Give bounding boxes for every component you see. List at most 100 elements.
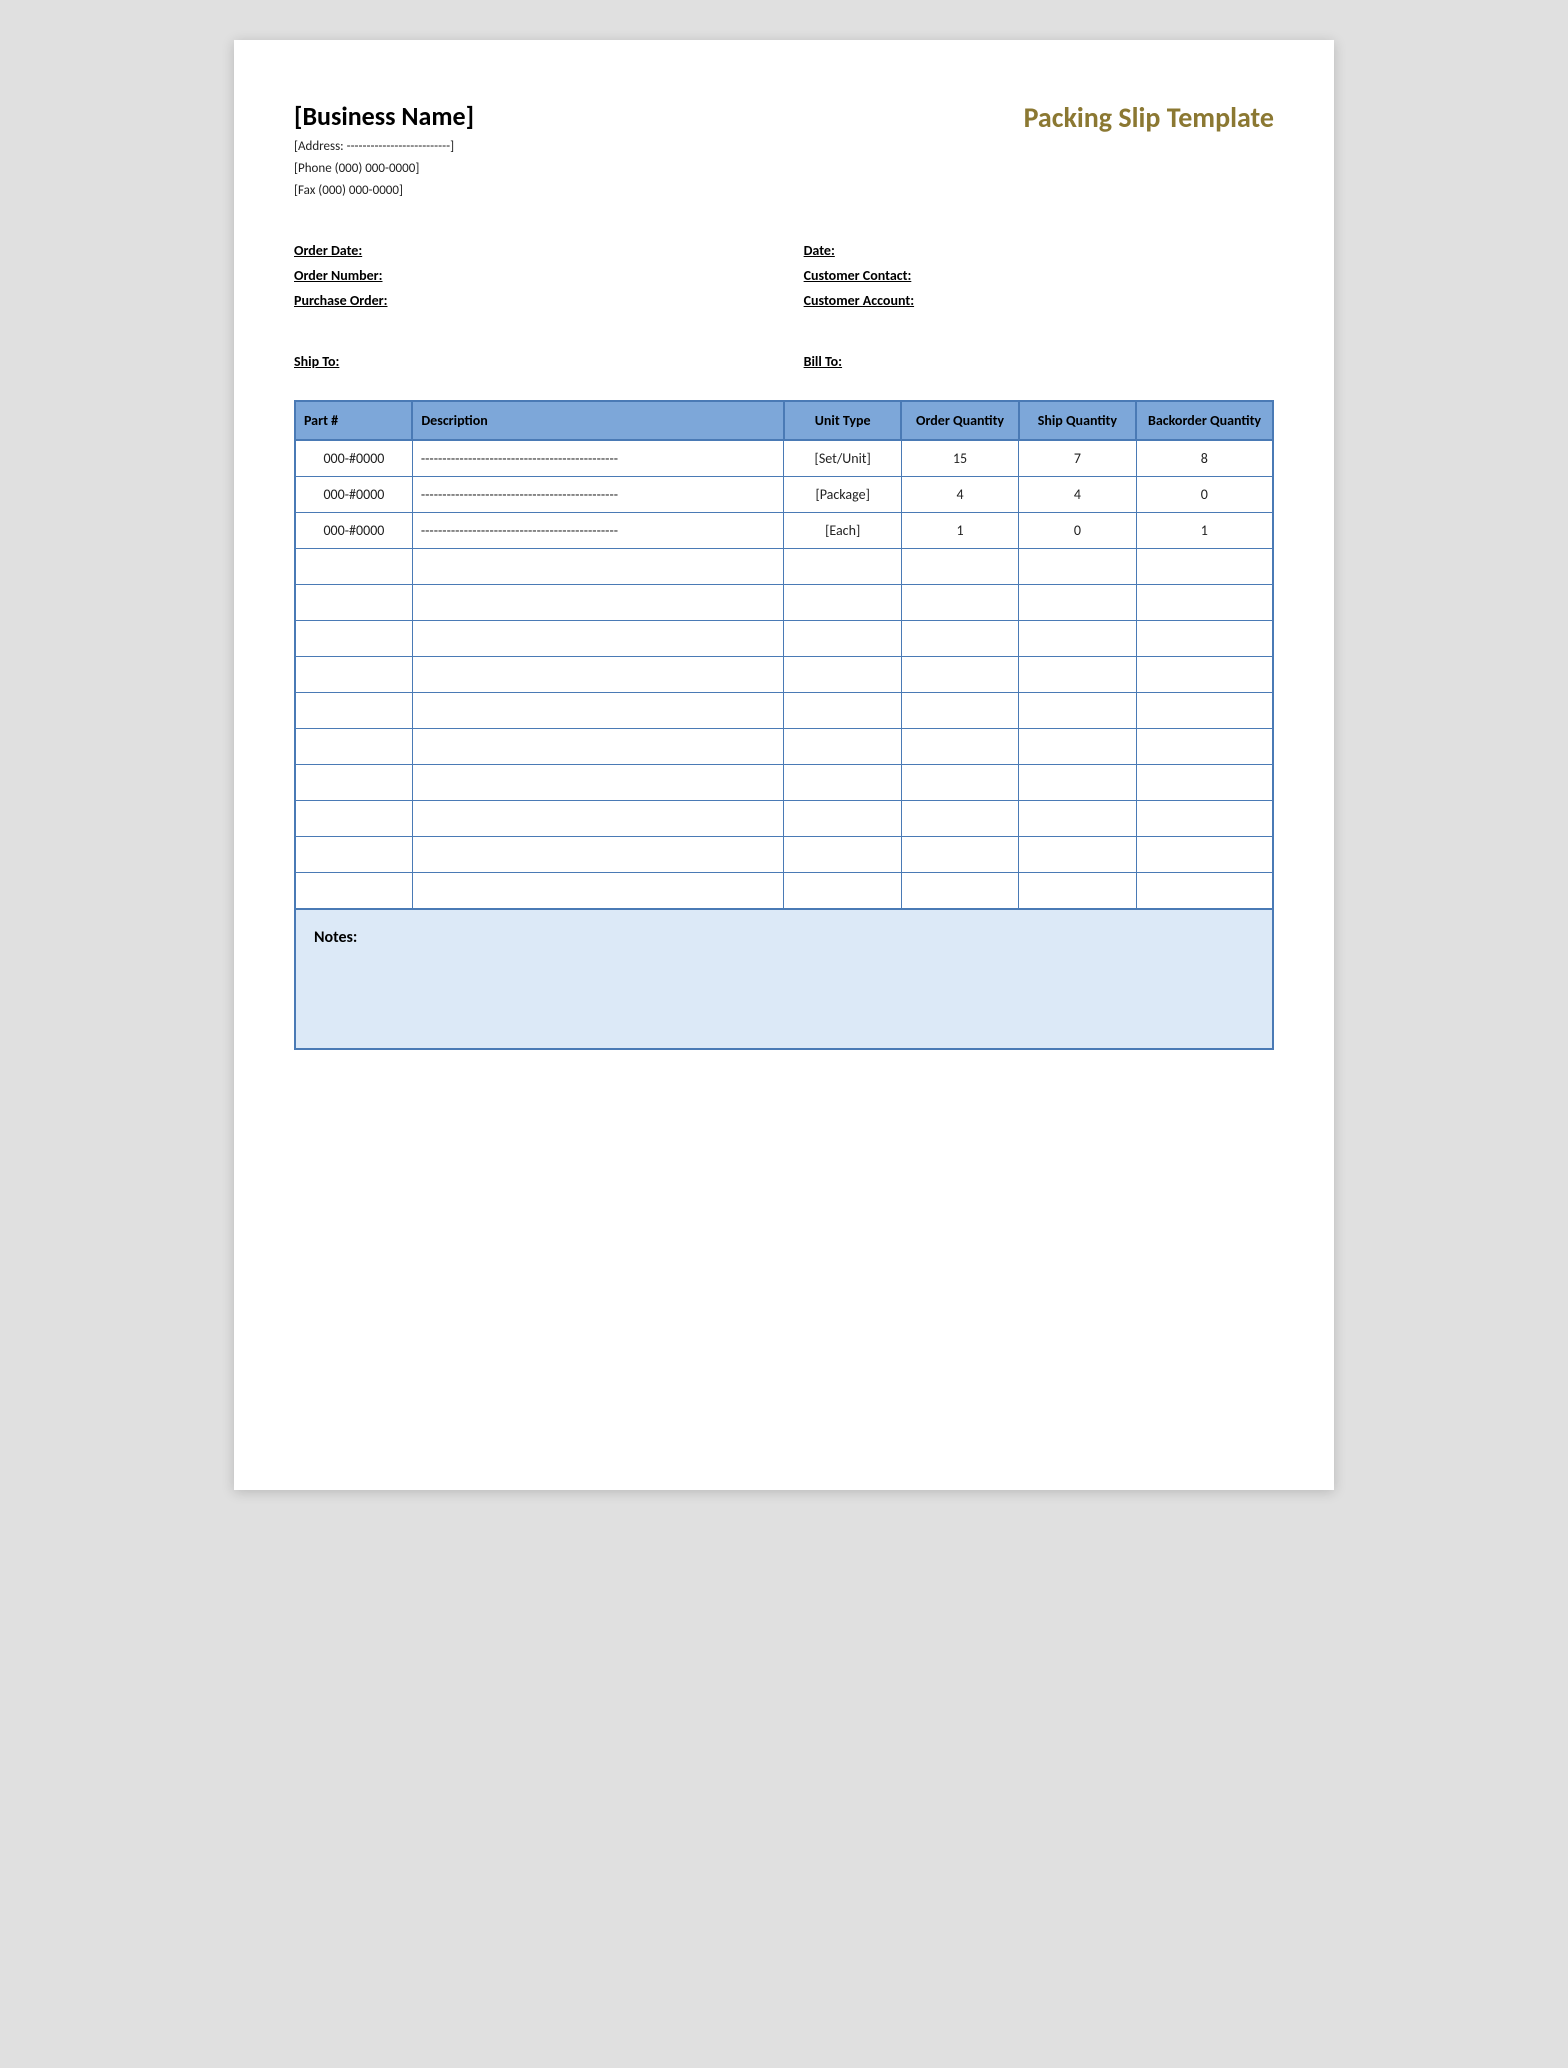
cell-sq-6 <box>1019 657 1136 693</box>
cell-part-11 <box>295 837 412 873</box>
cell-oq-2: 1 <box>901 513 1018 549</box>
cell-desc-12 <box>412 873 784 909</box>
cell-unit-11 <box>784 837 901 873</box>
cell-sq-11 <box>1019 837 1136 873</box>
cell-oq-0: 15 <box>901 440 1018 477</box>
cell-oq-1: 4 <box>901 477 1018 513</box>
cell-part-4 <box>295 585 412 621</box>
info-section: Order Date: Order Number: Purchase Order… <box>294 242 1274 317</box>
page-title: Packing Slip Template <box>1024 100 1274 135</box>
info-left-col: Order Date: Order Number: Purchase Order… <box>294 242 764 317</box>
purchase-order-row: Purchase Order: <box>294 292 764 309</box>
table-row <box>295 549 1273 585</box>
col-header-part: Part # <box>295 401 412 440</box>
date-row: Date: <box>804 242 1274 259</box>
cell-sq-8 <box>1019 729 1136 765</box>
cell-oq-5 <box>901 621 1018 657</box>
cell-bq-3 <box>1136 549 1273 585</box>
cell-unit-0: [Set/Unit] <box>784 440 901 477</box>
cell-sq-4 <box>1019 585 1136 621</box>
cell-bq-8 <box>1136 729 1273 765</box>
order-date-row: Order Date: <box>294 242 764 259</box>
table-row <box>295 801 1273 837</box>
cell-part-5 <box>295 621 412 657</box>
business-phone: [Phone (000) 000-0000] <box>294 158 474 180</box>
cell-sq-9 <box>1019 765 1136 801</box>
cell-part-10 <box>295 801 412 837</box>
cell-bq-6 <box>1136 657 1273 693</box>
table-row: 000-#0000 ------------------------------… <box>295 440 1273 477</box>
customer-account-row: Customer Account: <box>804 292 1274 309</box>
table-row <box>295 585 1273 621</box>
info-right-col: Date: Customer Contact: Customer Account… <box>804 242 1274 317</box>
cell-desc-5 <box>412 621 784 657</box>
cell-desc-6 <box>412 657 784 693</box>
cell-unit-12 <box>784 873 901 909</box>
header: [Business Name] [Address: --------------… <box>294 100 1274 202</box>
packing-table: Part # Description Unit Type Order Quant… <box>294 400 1274 910</box>
cell-oq-11 <box>901 837 1018 873</box>
cell-sq-5 <box>1019 621 1136 657</box>
cell-unit-2: [Each] <box>784 513 901 549</box>
ship-to-col: Ship To: <box>294 353 764 370</box>
cell-bq-9 <box>1136 765 1273 801</box>
table-row <box>295 693 1273 729</box>
cell-oq-9 <box>901 765 1018 801</box>
cell-desc-11 <box>412 837 784 873</box>
purchase-order-label: Purchase Order: <box>294 292 388 309</box>
notes-section: Notes: <box>294 910 1274 1050</box>
cell-part-6 <box>295 657 412 693</box>
cell-unit-9 <box>784 765 901 801</box>
cell-part-9 <box>295 765 412 801</box>
ship-bill-section: Ship To: Bill To: <box>294 353 1274 370</box>
table-row <box>295 621 1273 657</box>
cell-sq-3 <box>1019 549 1136 585</box>
ship-to-label: Ship To: <box>294 353 339 370</box>
cell-desc-4 <box>412 585 784 621</box>
cell-sq-1: 4 <box>1019 477 1136 513</box>
cell-part-2: 000-#0000 <box>295 513 412 549</box>
cell-oq-6 <box>901 657 1018 693</box>
cell-oq-3 <box>901 549 1018 585</box>
table-row: 000-#0000 ------------------------------… <box>295 477 1273 513</box>
business-address: [Address: --------------------------] <box>294 136 474 158</box>
cell-sq-2: 0 <box>1019 513 1136 549</box>
table-row: 000-#0000 ------------------------------… <box>295 513 1273 549</box>
customer-account-label: Customer Account: <box>804 292 914 309</box>
cell-desc-1: ----------------------------------------… <box>412 477 784 513</box>
cell-sq-12 <box>1019 873 1136 909</box>
cell-desc-9 <box>412 765 784 801</box>
cell-unit-4 <box>784 585 901 621</box>
notes-label: Notes: <box>314 928 357 947</box>
table-row <box>295 729 1273 765</box>
cell-unit-7 <box>784 693 901 729</box>
page: [Business Name] [Address: --------------… <box>234 40 1334 1490</box>
table-row <box>295 837 1273 873</box>
customer-contact-label: Customer Contact: <box>804 267 912 284</box>
cell-bq-10 <box>1136 801 1273 837</box>
cell-sq-0: 7 <box>1019 440 1136 477</box>
business-name: [Business Name] <box>294 100 474 132</box>
business-block: [Business Name] [Address: --------------… <box>294 100 474 202</box>
business-fax: [Fax (000) 000-0000] <box>294 180 474 202</box>
cell-bq-11 <box>1136 837 1273 873</box>
cell-bq-2: 1 <box>1136 513 1273 549</box>
cell-unit-8 <box>784 729 901 765</box>
col-header-unit-type: Unit Type <box>784 401 901 440</box>
table-row <box>295 873 1273 909</box>
cell-unit-3 <box>784 549 901 585</box>
cell-unit-1: [Package] <box>784 477 901 513</box>
cell-sq-10 <box>1019 801 1136 837</box>
cell-part-0: 000-#0000 <box>295 440 412 477</box>
customer-contact-row: Customer Contact: <box>804 267 1274 284</box>
cell-desc-0: ----------------------------------------… <box>412 440 784 477</box>
cell-oq-7 <box>901 693 1018 729</box>
cell-desc-7 <box>412 693 784 729</box>
cell-bq-4 <box>1136 585 1273 621</box>
cell-bq-12 <box>1136 873 1273 909</box>
cell-oq-8 <box>901 729 1018 765</box>
cell-desc-2: ----------------------------------------… <box>412 513 784 549</box>
cell-bq-5 <box>1136 621 1273 657</box>
cell-sq-7 <box>1019 693 1136 729</box>
col-header-ship-qty: Ship Quantity <box>1019 401 1136 440</box>
